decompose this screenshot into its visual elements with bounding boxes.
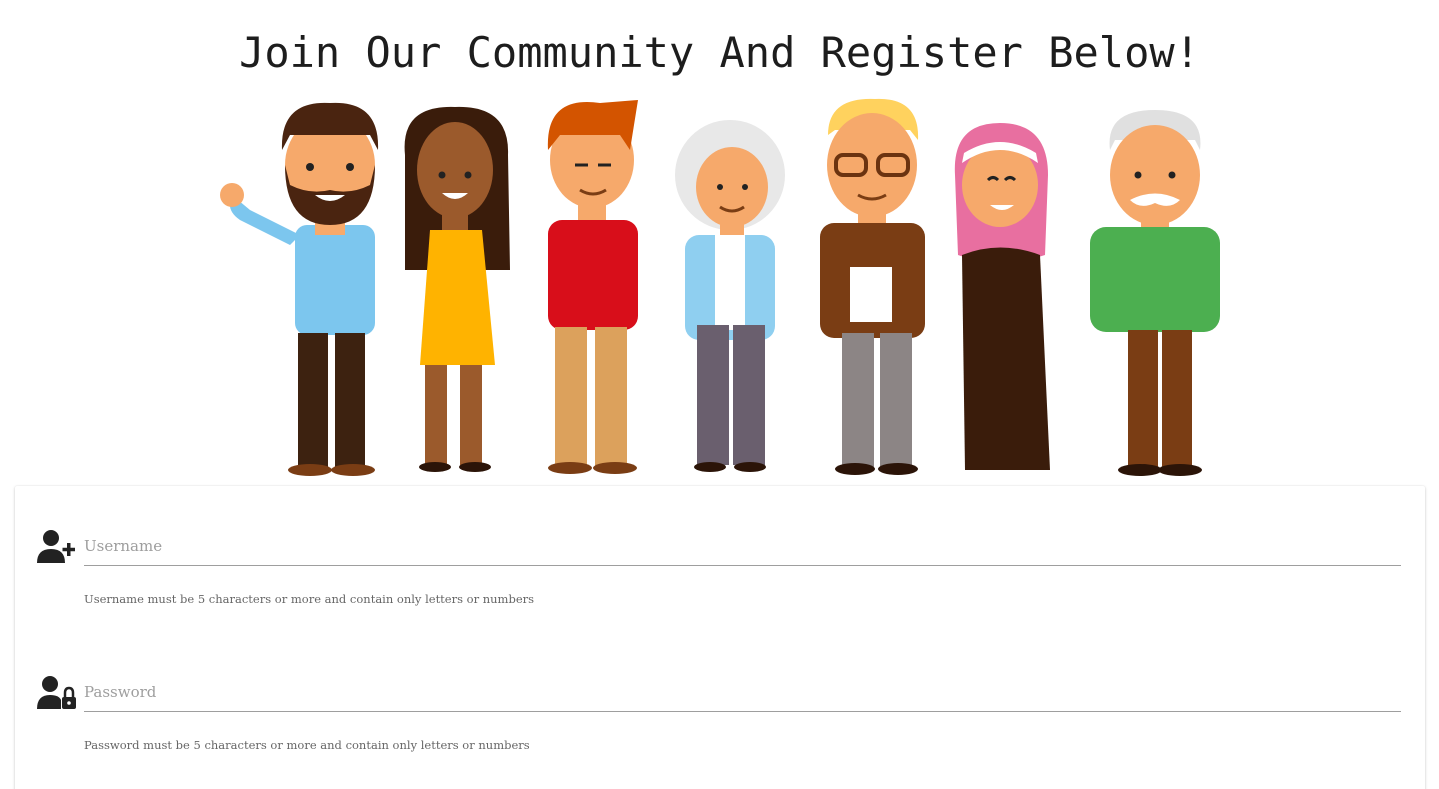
person-bearded-man [220,102,379,476]
person-redhead-man [547,100,638,474]
password-input[interactable] [84,672,1401,712]
password-helper-text: Password must be 5 characters or more an… [84,738,530,752]
person-blond-man-glasses [820,98,925,475]
user-lock-icon [37,676,76,709]
person-older-man-moustache [1090,110,1220,476]
person-woman-hijab [954,123,1050,470]
person-grey-haired-woman [675,120,785,472]
username-helper-text: Username must be 5 characters or more an… [84,592,535,606]
username-input[interactable] [84,526,1401,566]
person-woman-yellow-dress [404,106,510,472]
user-plus-icon [37,530,75,563]
registration-form: Username must be 5 characters or more an… [15,486,1425,789]
page-title: Join Our Community And Register Below! [239,28,1200,77]
community-people-illustration [220,98,1220,476]
